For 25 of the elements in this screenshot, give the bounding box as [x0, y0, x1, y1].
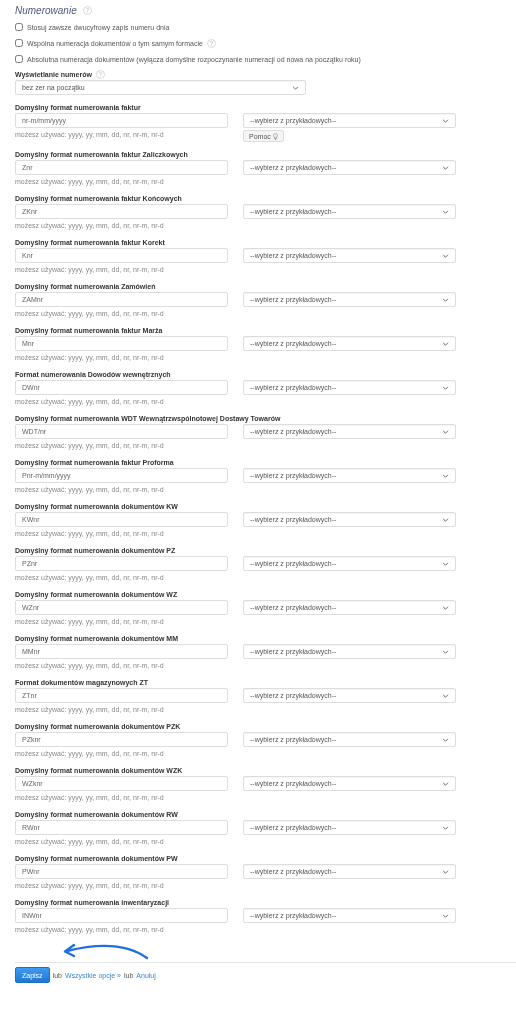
chevron-icon — [442, 561, 449, 566]
chevron-icon — [442, 297, 449, 302]
lightbulb-icon — [272, 132, 278, 140]
checkbox[interactable] — [15, 23, 23, 31]
chevron-icon — [292, 85, 299, 90]
chevron-icon — [442, 605, 449, 610]
chevron-icon — [442, 385, 449, 390]
chevron-icon — [442, 825, 449, 830]
chevron-icon — [442, 473, 449, 478]
chevron-icon — [442, 253, 449, 258]
chevron-icon — [442, 693, 449, 698]
checkbox[interactable] — [15, 55, 23, 63]
chevron-icon — [442, 429, 449, 434]
chevron-icon — [442, 517, 449, 522]
chevron-icon — [442, 649, 449, 654]
chevron-icon — [442, 165, 449, 170]
section-title: Numerowanie — [15, 4, 77, 16]
chevron-icon — [442, 781, 449, 786]
checkbox[interactable] — [15, 39, 23, 47]
chevron-icon — [442, 737, 449, 742]
chevron-icon — [442, 913, 449, 918]
chevron-icon — [442, 341, 449, 346]
chevron-icon — [442, 209, 449, 214]
chevron-icon — [442, 118, 449, 123]
chevron-icon — [442, 869, 449, 874]
